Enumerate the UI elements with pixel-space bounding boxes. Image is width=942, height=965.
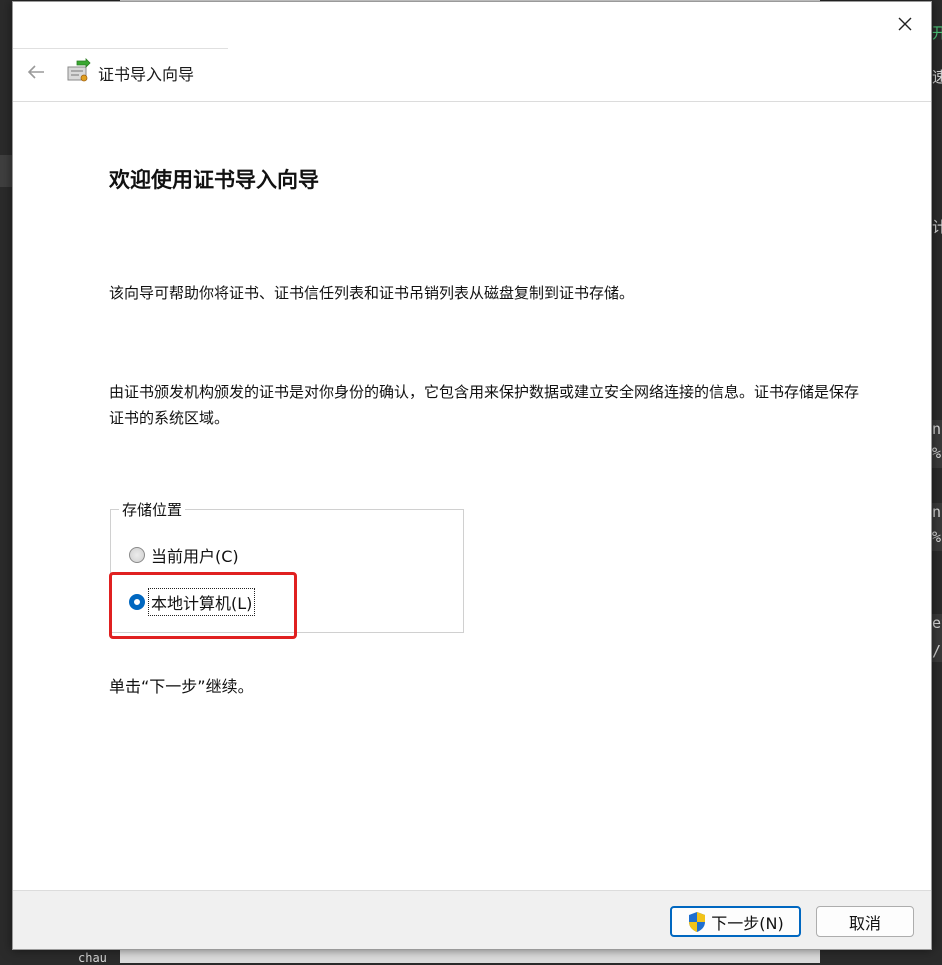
back-button[interactable] <box>23 60 49 84</box>
intro-text: 该向导可帮助你将证书、证书信任列表和证书吊销列表从磁盘复制到证书存储。 <box>109 284 635 302</box>
background-window-bottom <box>120 950 820 963</box>
store-location-legend: 存储位置 <box>119 499 186 520</box>
wizard-title: 证书导入向导 <box>98 65 195 84</box>
background-text: /2 <box>932 642 942 660</box>
back-arrow-icon <box>27 65 44 79</box>
background-text: %8 <box>932 528 942 546</box>
cancel-button-label: 取消 <box>848 913 881 933</box>
current-user-option[interactable]: 当前用户(C) <box>129 542 241 568</box>
header-divider <box>13 101 931 102</box>
background-text: n. <box>932 420 942 438</box>
cancel-button[interactable]: 取消 <box>816 906 914 937</box>
dialog-footer: 下一步(N) 取消 <box>13 890 931 949</box>
local-machine-label: 本地计算机(L) <box>147 588 256 616</box>
certificate-import-wizard-dialog: 证书导入向导 欢迎使用证书导入向导 该向导可帮助你将证书、证书信任列表和证书吊销… <box>12 1 932 950</box>
store-location-group: 存储位置 当前用户(C) 本地计算机(L) <box>110 499 464 633</box>
wizard-nav-bar: 证书导入向导 <box>13 48 931 98</box>
description-text: 由证书颁发机构颁发的证书是对你身份的确认，它包含用来保护数据或建立安全网络连接的… <box>109 383 860 427</box>
local-machine-option[interactable]: 本地计算机(L) <box>129 588 256 616</box>
background-text: n. <box>932 503 942 521</box>
local-machine-radio[interactable] <box>129 594 145 610</box>
background-text: 速 <box>932 68 942 86</box>
next-button-label: 下一步(N) <box>711 913 784 933</box>
current-user-radio[interactable] <box>129 547 145 563</box>
page-heading: 欢迎使用证书导入向导 <box>109 168 319 192</box>
current-user-label: 当前用户(C) <box>151 547 239 566</box>
background-text: 计 <box>932 218 942 236</box>
background-text: %8 <box>932 444 942 462</box>
background-text: et <box>932 614 942 632</box>
continue-hint: 单击“下一步”继续。 <box>109 677 254 696</box>
nav-divider <box>13 48 228 49</box>
close-button[interactable] <box>879 2 931 46</box>
uac-shield-icon <box>689 911 706 932</box>
next-button[interactable]: 下一步(N) <box>670 906 801 937</box>
background-text: 开 <box>932 24 942 42</box>
background-sidebar-block <box>0 155 12 187</box>
certificate-wizard-icon <box>67 58 91 82</box>
close-icon <box>898 17 912 31</box>
